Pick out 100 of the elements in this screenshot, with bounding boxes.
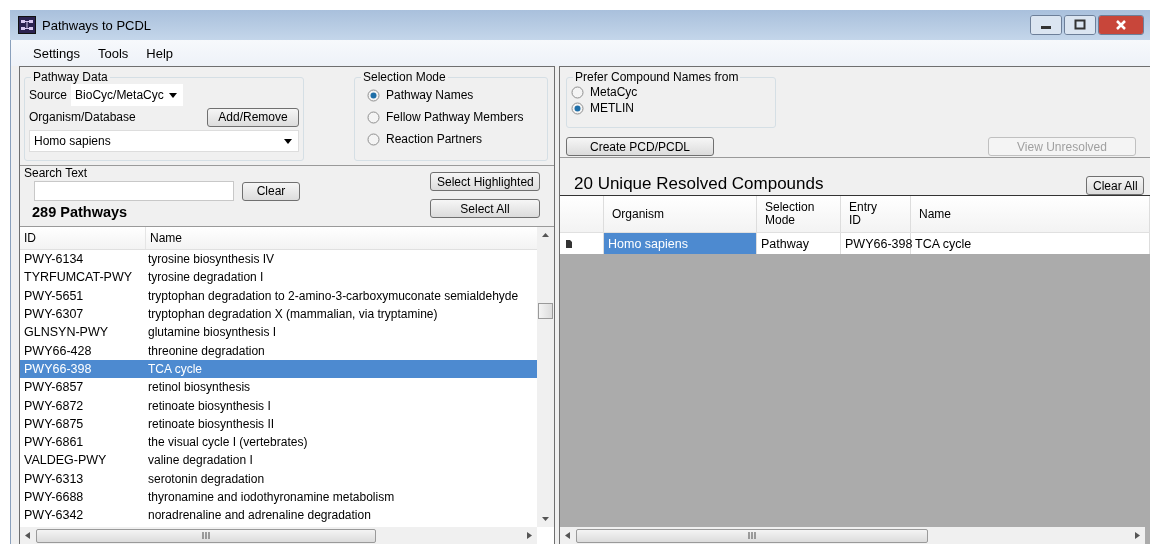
radio-button[interactable] [571,85,584,99]
organism-dropdown[interactable]: Homo sapiens [29,130,299,152]
radio-label[interactable]: MetaCyc [590,85,638,99]
table-row[interactable]: GLNSYN-PWY glutamine biosynthesis I [20,323,537,342]
row-indicator-icon [566,238,572,249]
dropdown-value: BioCyc/MetaCyc [75,88,164,102]
table-cell-text: PWY-6307 [23,307,85,322]
radio-label[interactable]: Reaction Partners [386,132,483,146]
table-cell: Pathway [757,233,841,254]
column-header[interactable]: ID [20,227,146,249]
table-row[interactable]: PWY-6875 retinoate biosynthesis II [20,414,537,433]
table-cell-text: retinoate biosynthesis II [147,416,275,431]
group-title: Pathway Data [31,70,110,84]
select-all-button[interactable]: Select All [430,199,540,218]
create-pcd-button[interactable]: Create PCD/PCDL [566,137,714,156]
table-row[interactable]: PWY66-428 threonine degradation [20,341,537,360]
source-dropdown[interactable]: BioCyc/MetaCyc [71,84,184,106]
scroll-thumb[interactable] [36,528,376,543]
table-cell-text: TYRFUMCAT-PWY [23,270,134,285]
app-icon [18,16,36,34]
field-label: Search Text [24,166,89,180]
table-row[interactable]: TYRFUMCAT-PWY tyrosine degradation I [20,268,537,287]
table-row[interactable]: PWY-6872 retinoate biosynthesis I [20,396,537,415]
menu-item[interactable]: Settings [25,43,88,63]
table-cell: PWY66-398 [841,233,911,254]
maximize-icon[interactable] [1064,15,1096,35]
table-cell-text: threonine degradation [147,343,265,358]
clear-button[interactable]: Clear [242,181,300,201]
minimize-icon[interactable] [1030,15,1062,35]
table-cell-text: thyronamine and iodothyronamine metabolism [147,490,395,504]
table-cell: Homo sapiens [604,233,757,254]
table-row[interactable]: PWY-5651 tryptophan degradation to 2-amino-3-carboxymuconate semialdehyde [20,286,537,305]
table-cell-text: the visual cycle I (vertebrates) [147,435,308,450]
table-cell-text: PWY-6134 [23,252,85,267]
table-cell-text: PWY-6857 [23,380,85,395]
add-remove-button[interactable]: Add/Remove [207,107,299,127]
table-cell-text: PWY-6688 [23,490,85,504]
table-cell-text: glutamine biosynthesis I [147,325,277,340]
dropdown-arrow-icon[interactable] [169,92,178,98]
table-row[interactable]: VALDEG-PWY valine degradation I [20,451,537,470]
table-cell-text: PWY-6872 [23,398,85,413]
table-cell-text: tyrosine biosynthesis IV [147,252,275,267]
table-cell-text: retinoate biosynthesis I [147,398,271,413]
group-title: Prefer Compound Names from [573,70,741,84]
pathway-count: 289 Pathways [32,204,129,220]
table-cell-text: TCA cycle [147,361,202,376]
grip-icon [747,532,757,539]
table-cell-text: tyrosine degradation I [147,270,264,285]
table-row[interactable]: PWY-6688 thyronamine and iodothyronamine metabolism [20,487,537,507]
select-highlighted-button[interactable]: Select Highlighted [430,172,540,191]
column-header[interactable]: Name [146,227,537,249]
radio-button[interactable] [367,110,380,124]
table-cell-text: PWY-6313 [23,471,85,486]
scroll-thumb[interactable] [576,528,928,543]
table-cell-text: PWY66-398 [23,361,93,376]
search-field[interactable] [34,181,234,201]
dropdown-value: Homo sapiens [34,134,111,148]
table-cell-text: serotonin degradation [147,471,265,486]
resolved-count-title: 20 Unique Resolved Compounds [574,174,824,194]
table-row[interactable]: PWY-6342 noradrenaline and adrenaline degradation [20,506,537,525]
scroll-thumb[interactable] [538,303,553,319]
table-cell-text: PWY-6861 [23,435,85,450]
table-row[interactable]: PWY66-398 TCA cycle [20,359,537,379]
table-cell-text: tryptophan degradation to 2-amino-3-carboxymuconate semialdehyde [147,288,519,303]
clear-all-button[interactable]: Clear All [1086,176,1144,195]
table-row[interactable]: PWY-6861 the visual cycle I (vertebrates) [20,432,537,452]
table-cell-text: PWY-6875 [23,416,85,431]
grip-icon [201,532,211,539]
menu-item[interactable]: Help [138,43,182,63]
table-row[interactable]: PWY-6857 retinol biosynthesis [20,378,537,397]
dropdown-arrow-icon[interactable] [284,138,292,144]
table-cell-text: retinol biosynthesis [147,380,251,395]
radio-label[interactable]: Pathway Names [386,88,474,102]
table-cell-text: valine degradation I [147,453,253,468]
table-cell: TCA cycle [911,233,1150,254]
field-label: Organism/Database [29,110,136,124]
table-row[interactable]: PWY-6134 tyrosine biosynthesis IV [20,250,537,269]
table-cell-text: VALDEG-PWY [23,453,108,468]
scrollbar[interactable] [560,527,1145,544]
radio-button[interactable] [367,132,380,146]
table-row[interactable]: Homo sapiens Pathway PWY66-398 TCA cycle [560,232,1150,254]
window-title: Pathways to PCDL [42,17,153,33]
scrollbar[interactable] [20,527,537,544]
radio-button[interactable] [571,101,584,115]
table-cell-text: PWY-5651 [23,288,85,303]
radio-label[interactable]: METLIN [590,101,634,115]
radio-label[interactable]: Fellow Pathway Members [386,110,524,124]
menu-item[interactable]: Tools [90,43,137,63]
close-icon[interactable] [1098,15,1144,35]
table-cell-text: tryptophan degradation X (mammalian, via tryptamine) [147,307,438,322]
table-row[interactable]: PWY-6313 serotonin degradation [20,469,537,488]
table-cell-text: PWY66-428 [23,343,93,358]
scrollbar[interactable] [537,227,554,527]
radio-button[interactable] [367,88,380,102]
table-row[interactable]: PWY-6307 tryptophan degradation X (mammalian, via tryptamine) [20,304,537,324]
group-title: Selection Mode [361,70,448,84]
table-cell-text: GLNSYN-PWY [23,325,110,340]
table-cell-text: PWY-6342 [23,508,85,523]
table-cell-text: noradrenaline and adrenaline degradation [147,508,371,523]
field-label: Source [29,88,68,102]
